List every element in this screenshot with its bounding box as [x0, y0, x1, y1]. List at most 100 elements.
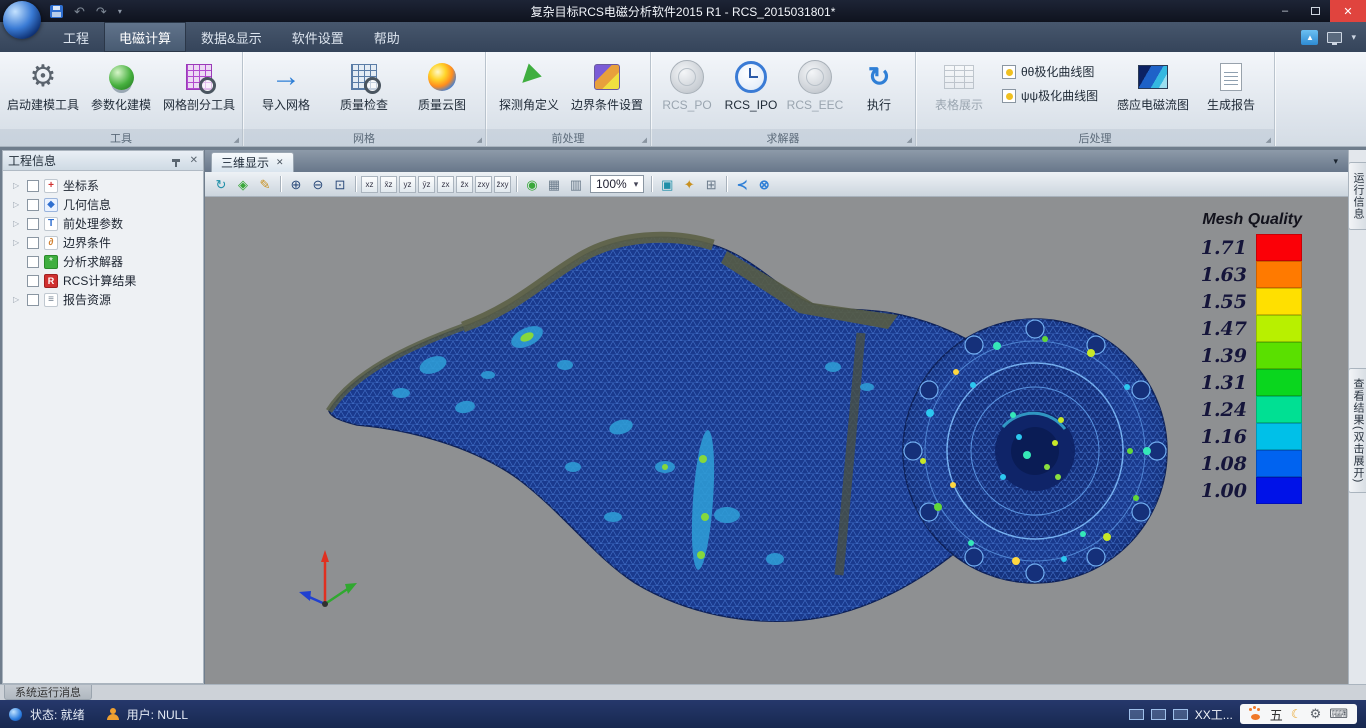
tab-data-display[interactable]: 数据&显示 — [186, 22, 277, 52]
execute-button[interactable]: ↻ 执行 — [847, 55, 911, 129]
tree-checkbox[interactable] — [27, 218, 39, 230]
pin-icon[interactable] — [172, 159, 180, 162]
mesh-partition-tool-button[interactable]: 网格剖分工具 — [160, 55, 238, 129]
save-icon[interactable] — [50, 5, 63, 18]
tree-checkbox[interactable] — [27, 180, 39, 192]
launch-modeling-tool-button[interactable]: ⚙ 启动建模工具 — [4, 55, 82, 129]
view-iso-neg-button[interactable]: z̄xy — [494, 176, 511, 193]
boundary-settings-button[interactable]: 边界条件设置 — [568, 55, 646, 129]
collapse-ribbon-icon[interactable]: ▲ — [1301, 30, 1318, 45]
view-iso-button[interactable]: zxy — [475, 176, 492, 193]
viewport-3d[interactable]: Mesh Quality 1.71 1.63 1.55 1.47 1.39 1.… — [205, 197, 1348, 684]
minimize-button[interactable]: – — [1270, 0, 1300, 22]
tree-item-boundary-conditions[interactable]: ▷ ∂ 边界条件 — [3, 233, 203, 252]
tab-software-settings[interactable]: 软件设置 — [277, 22, 359, 52]
tree-checkbox[interactable] — [27, 294, 39, 306]
zoom-window-icon[interactable]: ⊡ — [330, 174, 350, 194]
tab-list-caret-icon[interactable]: ▾ — [1333, 156, 1338, 167]
view-yz-neg-button[interactable]: ȳz — [418, 176, 435, 193]
tree-item-rcs-results[interactable]: R RCS计算结果 — [3, 271, 203, 290]
import-mesh-button[interactable]: → 导入网格 — [247, 55, 325, 129]
system-messages-tab[interactable]: 系统运行消息 — [4, 685, 92, 700]
rcs-po-button[interactable]: RCS_PO — [655, 55, 719, 129]
rcs-ipo-button[interactable]: RCS_IPO — [719, 55, 783, 129]
shaded-view-icon[interactable]: ◈ — [233, 174, 253, 194]
induced-current-map-button[interactable]: 感应电磁流图 — [1114, 55, 1192, 129]
redo-icon[interactable]: ↷ — [96, 5, 107, 18]
wireframe-grid-icon[interactable]: ▥ — [566, 174, 586, 194]
panel-close-icon[interactable]: ✕ — [190, 155, 198, 166]
quality-check-button[interactable]: 质量检查 — [325, 55, 403, 129]
tree-item-coordinate-system[interactable]: ▷ + 坐标系 — [3, 176, 203, 195]
run-info-vertical-tab[interactable]: 运行信息 — [1348, 162, 1366, 230]
pick-icon[interactable]: ✎ — [255, 174, 275, 194]
expand-arrow-icon[interactable]: ▷ — [13, 295, 26, 304]
view-zx-button[interactable]: zx — [437, 176, 454, 193]
shading-mode-icon[interactable]: ◉ — [522, 174, 542, 194]
moon-icon[interactable]: ☾ — [1291, 707, 1302, 721]
gear-icon[interactable]: ⚙ — [1310, 706, 1322, 722]
dialog-launcher-icon[interactable] — [907, 136, 912, 144]
legend-row: 1.63 — [1193, 261, 1302, 288]
expand-arrow-icon[interactable]: ▷ — [13, 238, 26, 247]
light-icon[interactable]: ✦ — [679, 174, 699, 194]
view-yz-button[interactable]: yz — [399, 176, 416, 193]
generate-report-button[interactable]: 生成报告 — [1192, 55, 1270, 129]
ime-paw-icon[interactable] — [1249, 708, 1262, 720]
theta-polar-curve-button[interactable]: θθ极化曲线图 — [1002, 63, 1110, 80]
qat-dropdown-icon[interactable]: ▾ — [118, 7, 122, 16]
layout-icon[interactable]: ⊞ — [701, 174, 721, 194]
document-area: 三维显示 ✕ ▾ ↻ ◈ ✎ ⊕ ⊖ ⊡ xz x̄z yz ȳz zx z̄x — [205, 150, 1348, 684]
dialog-launcher-icon[interactable] — [234, 136, 239, 144]
view-zx-neg-button[interactable]: z̄x — [456, 176, 473, 193]
view-results-vertical-tab[interactable]: 查看结果(双击展开) — [1348, 368, 1366, 493]
tab-close-icon[interactable]: ✕ — [276, 157, 284, 168]
capture-icon[interactable]: ▣ — [657, 174, 677, 194]
close-view-icon[interactable]: ⊗ — [754, 174, 774, 194]
close-button[interactable]: ✕ — [1330, 0, 1366, 22]
title-bar[interactable]: ↶ ↷ ▾ 复杂目标RCS电磁分析软件2015 R1 - RCS_2015031… — [0, 0, 1366, 22]
zoom-in-icon[interactable]: ⊕ — [286, 174, 306, 194]
display-icon[interactable] — [1327, 32, 1342, 43]
tree-checkbox[interactable] — [27, 237, 39, 249]
task-window-icon[interactable] — [1151, 709, 1166, 720]
keyboard-icon[interactable]: ⌨ — [1329, 706, 1348, 722]
tab-3d-display[interactable]: 三维显示 ✕ — [211, 152, 294, 172]
grid-icon[interactable]: ▦ — [544, 174, 564, 194]
rotate-view-icon[interactable]: ↻ — [211, 174, 231, 194]
tree-item-report-resources[interactable]: ▷ ≡ 报告资源 — [3, 290, 203, 309]
maximize-button[interactable] — [1300, 0, 1330, 22]
view-xz-button[interactable]: xz — [361, 176, 378, 193]
probe-angle-button[interactable]: ▶ 探测角定义 — [490, 55, 568, 129]
more-options-icon[interactable]: ▾ — [1351, 32, 1356, 43]
view-xz-neg-button[interactable]: x̄z — [380, 176, 397, 193]
zoom-level-select[interactable]: 100% ▾ — [590, 175, 644, 193]
tree-item-geometry-info[interactable]: ▷ ◆ 几何信息 — [3, 195, 203, 214]
ime-mode-char[interactable]: 五 — [1270, 705, 1283, 724]
tab-em-computation[interactable]: 电磁计算 — [104, 22, 186, 52]
tree-item-analysis-solver[interactable]: * 分析求解器 — [3, 252, 203, 271]
tab-help[interactable]: 帮助 — [359, 22, 415, 52]
psi-polar-curve-button[interactable]: ψψ极化曲线图 — [1002, 87, 1110, 104]
rcs-eec-button[interactable]: RCS_EEC — [783, 55, 847, 129]
share-icon[interactable]: ≺ — [732, 174, 752, 194]
expand-arrow-icon[interactable]: ▷ — [13, 219, 26, 228]
expand-arrow-icon[interactable]: ▷ — [13, 200, 26, 209]
table-display-button[interactable]: 表格展示 — [920, 55, 998, 129]
quality-cloud-button[interactable]: 质量云图 — [403, 55, 481, 129]
task-window-icon[interactable] — [1173, 709, 1188, 720]
parametric-modeling-button[interactable]: 参数化建模 — [82, 55, 160, 129]
undo-icon[interactable]: ↶ — [74, 5, 85, 18]
tree-checkbox[interactable] — [27, 275, 39, 287]
task-window-icon[interactable] — [1129, 709, 1144, 720]
dialog-launcher-icon[interactable] — [477, 136, 482, 144]
tree-checkbox[interactable] — [27, 256, 39, 268]
dialog-launcher-icon[interactable] — [642, 136, 647, 144]
tree-item-preprocess-params[interactable]: ▷ T 前处理参数 — [3, 214, 203, 233]
dialog-launcher-icon[interactable] — [1266, 136, 1271, 144]
expand-arrow-icon[interactable]: ▷ — [13, 181, 26, 190]
tree-checkbox[interactable] — [27, 199, 39, 211]
zoom-out-icon[interactable]: ⊖ — [308, 174, 328, 194]
tab-project[interactable]: 工程 — [48, 22, 104, 52]
tree-item-label: 分析求解器 — [63, 253, 123, 270]
